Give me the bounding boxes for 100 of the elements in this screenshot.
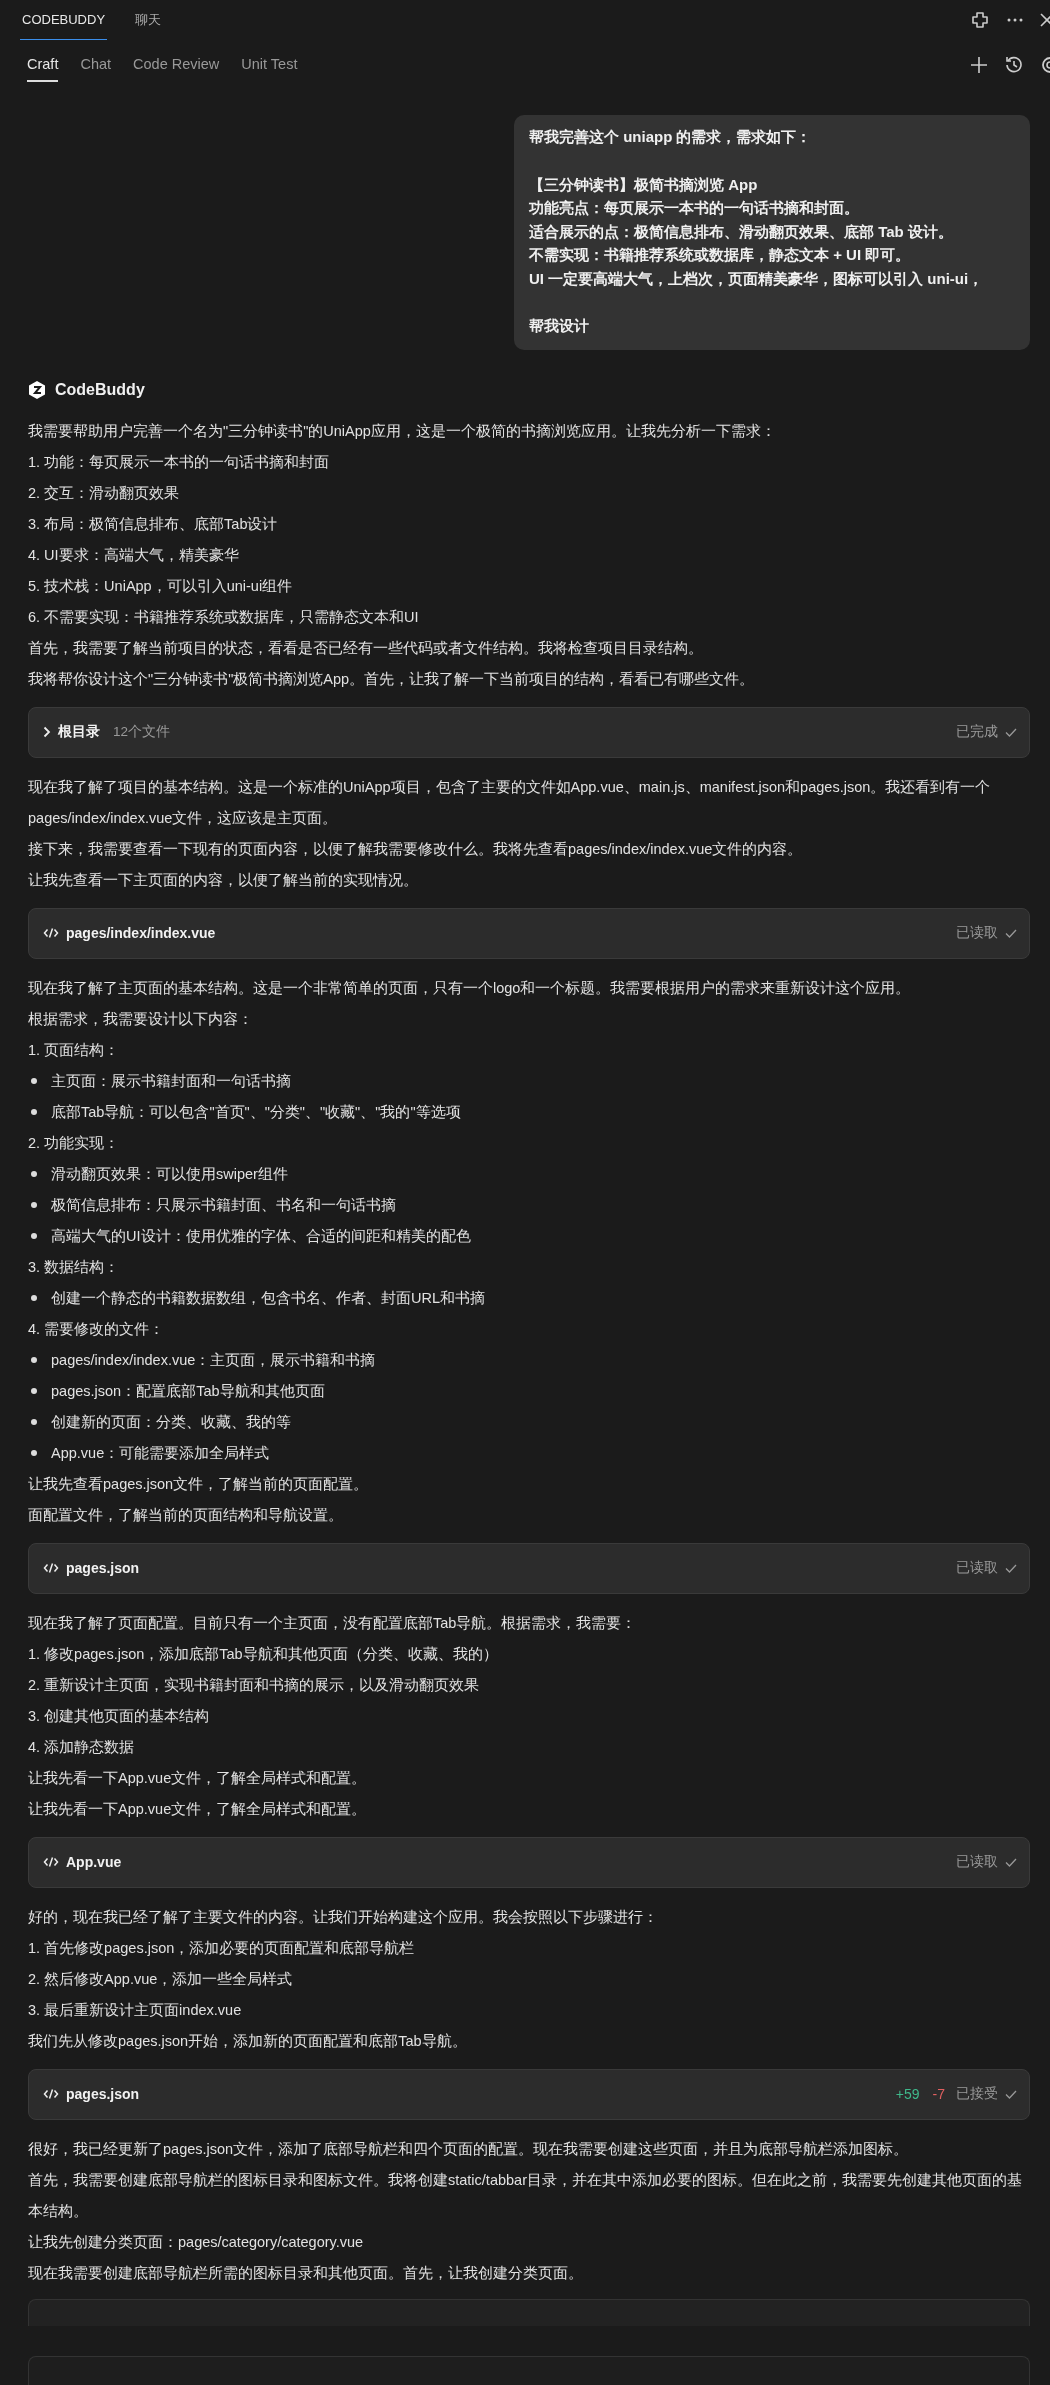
code-icon (43, 1856, 59, 1868)
message-text: 3. 创建其他页面的基本结构 (28, 1706, 211, 1726)
card-status: 已读取 (956, 1853, 998, 1871)
message-text: 5. 技术栈：UniApp，可以引入uni-ui组件 (28, 576, 294, 596)
file-card[interactable]: pages.json 已读取 (28, 1542, 1030, 1594)
list-item-text: pages.json：配置底部Tab导航和其他页面 (51, 1381, 325, 1401)
logo-icon (28, 379, 46, 400)
message-text: 首先，我需要创建底部导航栏的图标目录和图标文件。我将创建static/tabbar目录，并在其中添加必要的图标。但在此之前，我需要先创建其他页面的基本结构。 (28, 2170, 1023, 2221)
message-text: 4. 需要修改的文件： (28, 1319, 166, 1339)
mode-tab[interactable]: Code Review (133, 48, 220, 82)
panel-tab[interactable]: CODEBUDDY (20, 0, 108, 40)
message-text: 6. 不需要实现：书籍推荐系统或数据库，只需静态文本和UI (28, 607, 420, 627)
list-item-text: 创建一个静态的书籍数据数组，包含书名、作者、封面URL和书摘 (51, 1288, 485, 1308)
card-title: App.vue (66, 1854, 122, 1870)
message-text: 3. 布局：极简信息排布、底部Tab设计 (28, 514, 279, 534)
list-item-text: 极简信息排布：只展示书籍封面、书名和一句话书摘 (51, 1195, 396, 1215)
message-text: 现在我了解了页面配置。目前只有一个主页面，没有配置底部Tab导航。根据需求，我需要： (28, 1613, 638, 1633)
list-item-text: 创建新的页面：分类、收藏、我的等 (51, 1412, 291, 1432)
card-title: pages.json (66, 2086, 140, 2102)
code-icon (43, 2088, 59, 2100)
bullet-icon (31, 1171, 37, 1177)
additions-count: +59 (895, 2086, 920, 2102)
card-status: 已读取 (956, 1559, 998, 1577)
mode-tab[interactable]: Unit Test (241, 48, 298, 82)
message-text: 让我先创建分类页面：pages/category/category.vue (28, 2232, 365, 2252)
check-icon (1005, 2089, 1017, 2099)
message-text: 1. 页面结构： (28, 1040, 121, 1060)
message-text: 1. 修改pages.json，添加底部Tab导航和其他页面（分类、收藏、我的） (28, 1644, 499, 1664)
bullet-icon (31, 1450, 37, 1456)
file-card[interactable]: pages.json +59 -7 已接受 (28, 2068, 1030, 2120)
more-icon[interactable] (1006, 17, 1024, 23)
message-text: 我们先从修改pages.json开始，添加新的页面配置和底部Tab导航。 (28, 2031, 468, 2051)
message-text: UI 一定要高端大气，上档次，页面精美豪华，图标可以引入 uni-ui， (529, 268, 985, 289)
message-text: 我将帮你设计这个"三分钟读书"极简书摘浏览App。首先，让我了解一下当前项目的结构，看看已有哪些文件。 (28, 669, 756, 689)
message-text: 4. 添加静态数据 (28, 1737, 136, 1757)
message-text: 1. 功能：每页展示一本书的一句话书摘和封面 (28, 452, 331, 472)
deletions-count: -7 (932, 2086, 945, 2102)
card-status: 已接受 (956, 2085, 998, 2103)
list-item-text: 主页面：展示书籍封面和一句话书摘 (51, 1071, 291, 1091)
message-text: 4. UI要求：高端大气，精美豪华 (28, 545, 240, 565)
message-text: 3. 数据结构： (28, 1257, 121, 1277)
message-text: 帮我设计 (529, 316, 590, 336)
message-text: 2. 交互：滑动翻页效果 (28, 483, 181, 503)
check-icon (1005, 727, 1017, 737)
message-text: 帮我完善这个 uniapp 的需求，需求如下： (529, 127, 813, 147)
file-count: 12个文件 (113, 723, 171, 741)
panel-tab[interactable]: 聊天 (133, 0, 164, 40)
bullet-icon (31, 1078, 37, 1084)
check-icon (1005, 1857, 1017, 1867)
message-text: 3. 最后重新设计主页面index.vue (28, 2000, 243, 2020)
settings-icon[interactable] (1040, 55, 1050, 75)
card-title: 根目录 (58, 723, 100, 741)
code-icon (43, 927, 59, 939)
message-text: 根据需求，我需要设计以下内容： (28, 1009, 254, 1029)
message-text: 很好，我已经更新了pages.json文件，添加了底部导航栏和四个页面的配置。现在我需要创建这些页面，并且为底部导航栏添加图标。 (28, 2139, 910, 2159)
message-text: 面配置文件，了解当前的页面结构和导航设置。 (28, 1505, 344, 1525)
folder-card[interactable]: 根目录 12个文件 已完成 (28, 706, 1030, 758)
file-card[interactable]: pages/index/index.vue 已读取 (28, 907, 1030, 959)
message-text: 现在我了解了项目的基本结构。这是一个标准的UniApp项目，包含了主要的文件如App.vue、main.js、manifest.json和pages.json。我还看到有一个pages/index/index.vue文件，这应该是主页面。 (28, 777, 992, 828)
check-icon (1005, 1563, 1017, 1573)
message-text: 让我先查看pages.json文件，了解当前的页面配置。 (28, 1474, 370, 1494)
check-icon (1005, 928, 1017, 938)
card-status: 已完成 (956, 723, 998, 741)
card-title: pages/index/index.vue (66, 925, 216, 941)
list-item-text: 底部Tab导航：可以包含"首页"、"分类"、"收藏"、"我的"等选项 (51, 1102, 461, 1122)
bullet-icon (31, 1419, 37, 1425)
message-text: 2. 功能实现： (28, 1133, 121, 1153)
bullet-icon (31, 1357, 37, 1363)
bullet-icon (31, 1202, 37, 1208)
code-icon (43, 1562, 59, 1574)
bullet-icon (31, 1295, 37, 1301)
message-text: 让我先看一下App.vue文件，了解全局样式和配置。 (28, 1768, 368, 1788)
plus-icon[interactable] (970, 56, 988, 74)
bullet-icon (31, 1109, 37, 1115)
list-item-text: pages/index/index.vue：主页面，展示书籍和书摘 (51, 1350, 376, 1370)
chevron-icon (43, 726, 51, 738)
message-text: 不需实现：书籍推荐系统或数据库，静态文本 + UI 即可。 (529, 245, 912, 265)
message-text: 1. 首先修改pages.json，添加必要的页面配置和底部导航栏 (28, 1938, 416, 1958)
history-icon[interactable] (1004, 55, 1024, 75)
message-text: 现在我了解了主页面的基本结构。这是一个非常简单的页面，只有一个logo和一个标题。我需要根据用户的需求来重新设计这个应用。 (28, 978, 912, 998)
message-text: 我需要帮助用户完善一个名为"三分钟读书"的UniApp应用，这是一个极简的书摘浏览应用。让我先分析一下需求： (28, 421, 777, 441)
message-text: 【三分钟读书】极简书摘浏览 App (529, 174, 759, 195)
message-text: 让我先看一下App.vue文件，了解全局样式和配置。 (28, 1799, 368, 1819)
message-text: 好的，现在我已经了解了主要文件的内容。让我们开始构建这个应用。我会按照以下步骤进行： (28, 1907, 659, 1927)
bullet-icon (31, 1388, 37, 1394)
message-text: 2. 然后修改App.vue，添加一些全局样式 (28, 1969, 294, 1989)
message-text: 2. 重新设计主页面，实现书籍封面和书摘的展示，以及滑动翻页效果 (28, 1675, 481, 1695)
message-text: 首先，我需要了解当前项目的状态，看看是否已经有一些代码或者文件结构。我将检查项目目录结构。 (28, 638, 704, 658)
message-text: 接下来，我需要查看一下现有的页面内容，以便了解我需要修改什么。我将先查看pages/index/index.vue文件的内容。 (28, 839, 804, 859)
list-item-text: 滑动翻页效果：可以使用swiper组件 (51, 1164, 288, 1184)
card-status: 已读取 (956, 924, 998, 942)
message-text: 现在我需要创建底部导航栏所需的图标目录和其他页面。首先，让我创建分类页面。 (28, 2263, 584, 2283)
message-text: 适合展示的点：极简信息排布、滑动翻页效果、底部 Tab 设计。 (529, 221, 954, 242)
mode-tab[interactable]: Craft (27, 48, 59, 82)
card-title: pages.json (66, 1560, 140, 1576)
message-text: 功能亮点：每页展示一本书的一句话书摘和封面。 (529, 198, 860, 218)
close-icon[interactable] (1040, 13, 1050, 27)
file-card[interactable]: App.vue 已读取 (28, 1836, 1030, 1888)
mode-tab[interactable]: Chat (80, 48, 112, 82)
assistant-name: CodeBuddy (55, 380, 145, 399)
